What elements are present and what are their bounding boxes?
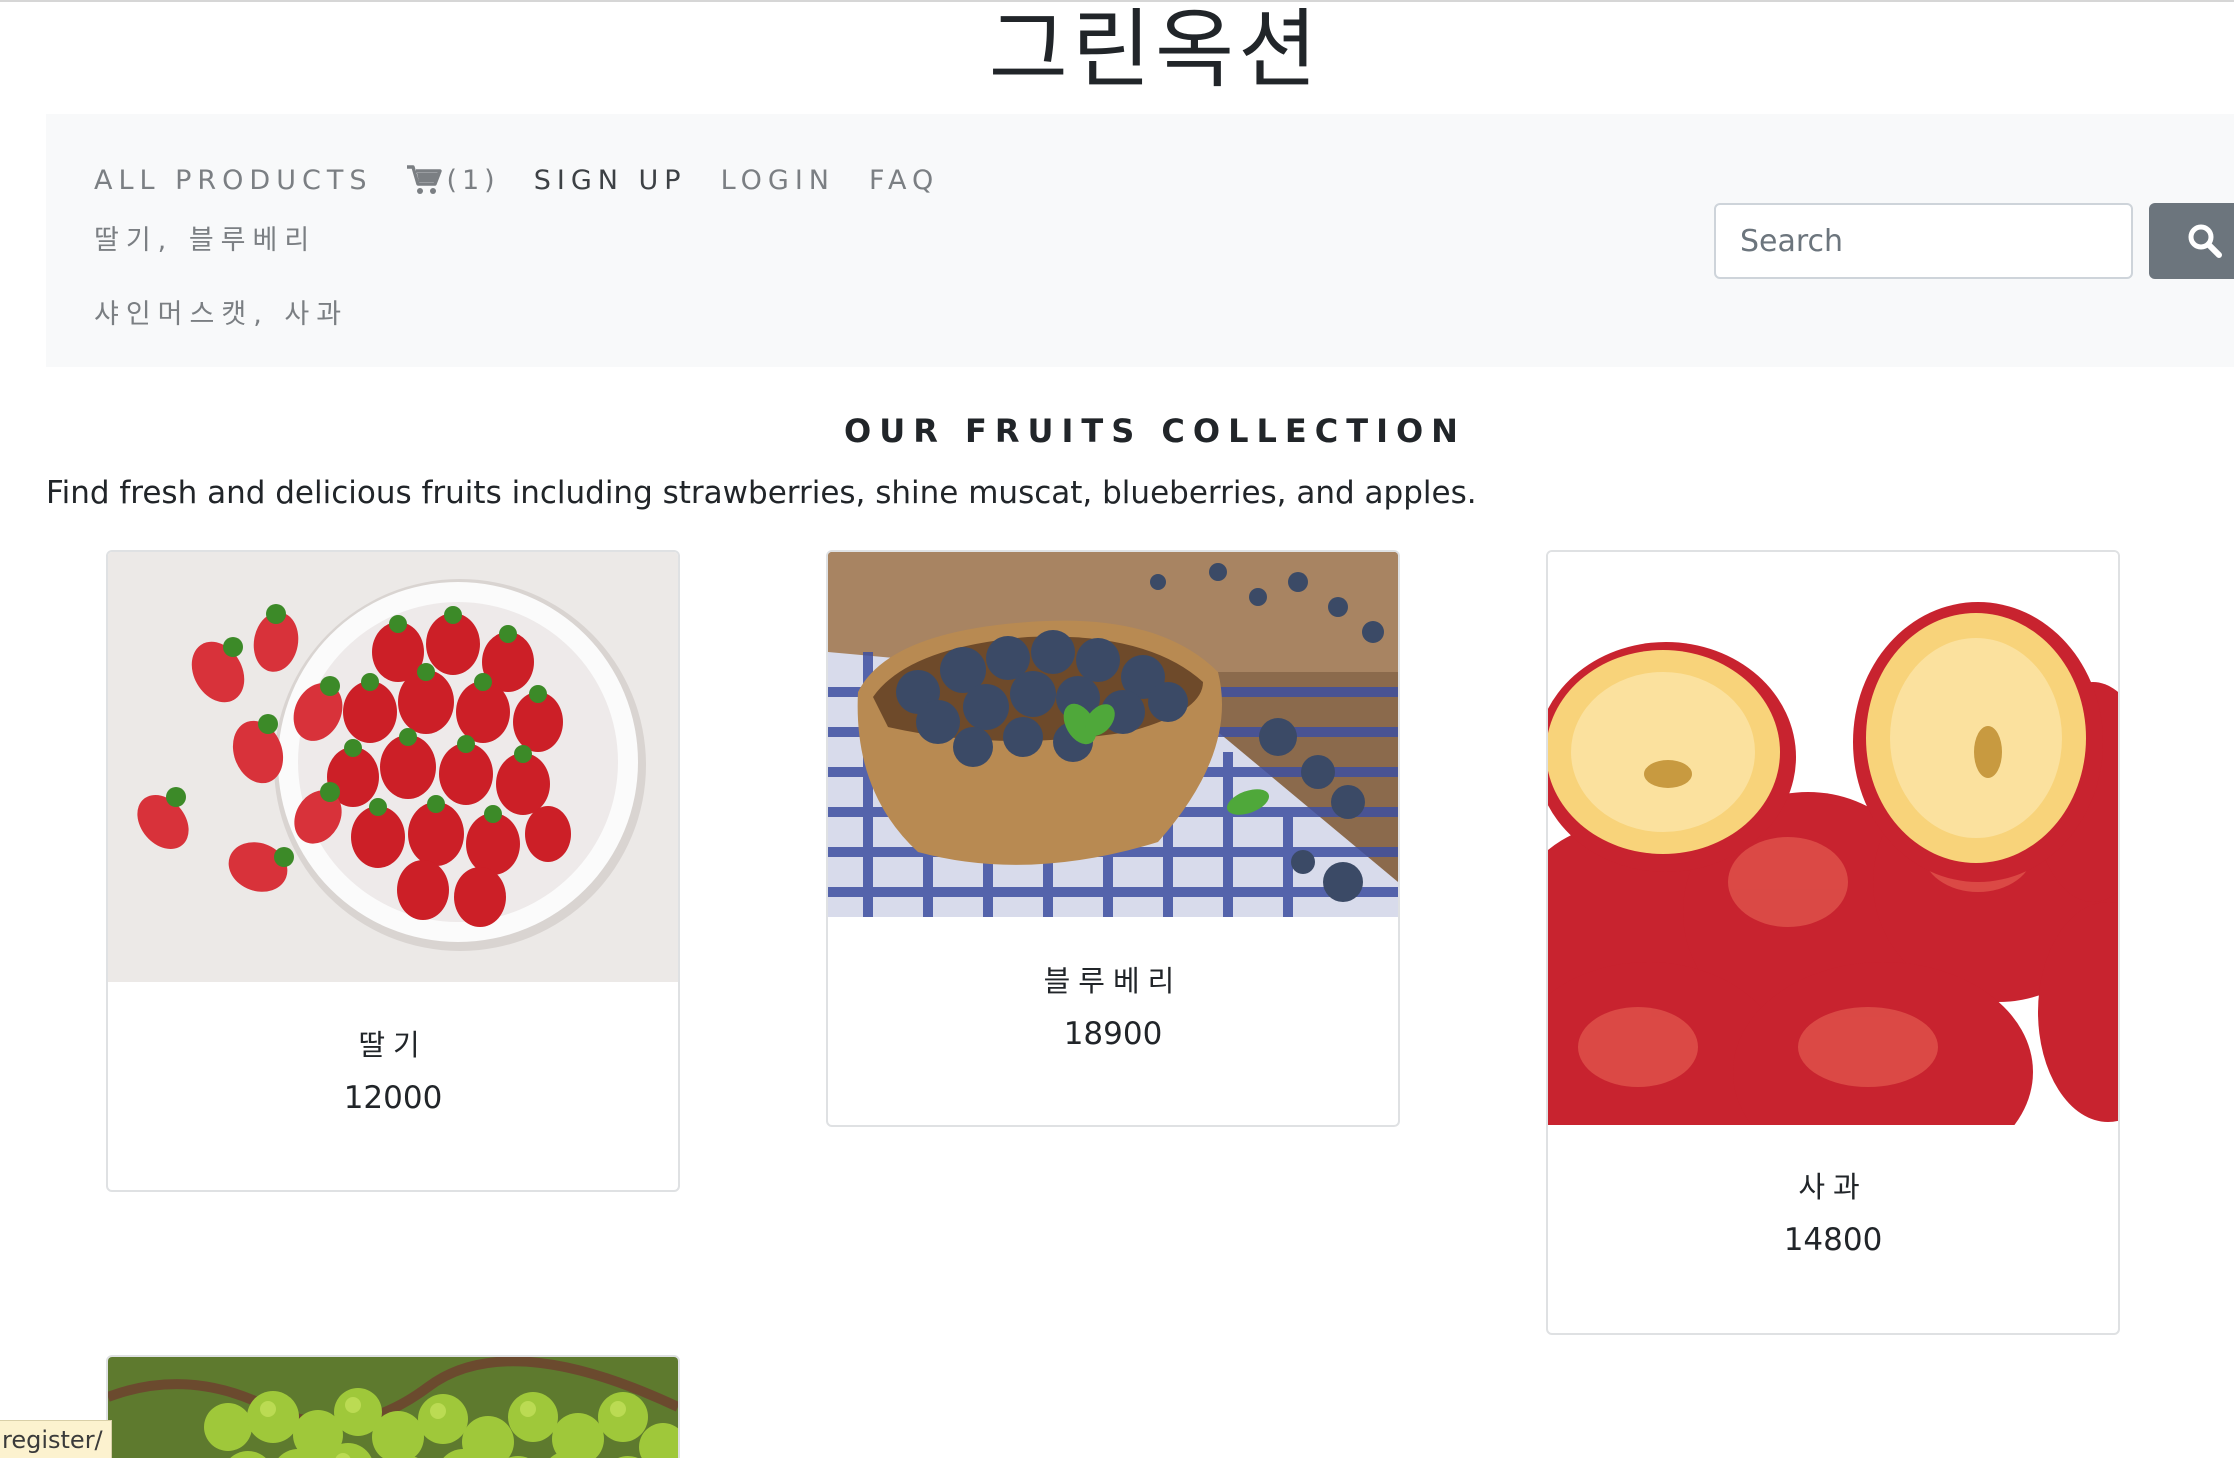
site-title[interactable]: 그린옥션: [0, 0, 2234, 100]
product-price: 18900: [1063, 1016, 1163, 1052]
nav-category-strawberry-blueberry[interactable]: 딸기, 블루베리: [94, 218, 316, 257]
product-card-apple[interactable]: 사과 14800: [1546, 550, 2120, 1335]
cart-count: (1): [446, 164, 500, 196]
navbar: ALL PRODUCTS (1) SIGN UP LOGIN FAQ 딸기, 블…: [46, 114, 2234, 367]
cart-icon: [407, 165, 443, 194]
strawberry-image: [108, 552, 678, 982]
product-name: 사과: [1798, 1170, 1868, 1204]
product-price: 14800: [1783, 1222, 1883, 1258]
shine-muscat-image: [108, 1357, 678, 1458]
product-card-blueberry[interactable]: 블루베리 18900: [826, 550, 1400, 1127]
nav-login-link[interactable]: LOGIN: [721, 165, 835, 196]
product-card-shine-muscat[interactable]: [106, 1355, 680, 1458]
apple-image: [1548, 552, 2118, 1125]
nav-links: ALL PRODUCTS (1) SIGN UP LOGIN FAQ: [94, 150, 973, 210]
product-price: 12000: [343, 1080, 443, 1116]
search-icon: [2188, 224, 2222, 258]
search-button[interactable]: [2149, 203, 2234, 279]
cart-link[interactable]: (1): [406, 164, 499, 196]
blueberry-image: [828, 552, 1398, 917]
collection-title: OUR FRUITS COLLECTION: [844, 412, 1466, 450]
nav-all-products-link[interactable]: ALL PRODUCTS: [94, 165, 372, 196]
search-input[interactable]: [1714, 203, 2133, 279]
nav-sign-up-link[interactable]: SIGN UP: [534, 165, 687, 196]
product-card-strawberry[interactable]: 딸기 12000: [106, 550, 680, 1192]
nav-faq-link[interactable]: FAQ: [869, 165, 939, 196]
product-name: 딸기: [358, 1028, 428, 1062]
product-name: 블루베리: [1043, 964, 1183, 998]
collection-description: Find fresh and delicious fruits includin…: [46, 475, 1477, 511]
nav-category-shine-muscat-apple[interactable]: 샤인머스캣, 사과: [94, 292, 348, 331]
status-bar-url: register/: [0, 1420, 112, 1458]
